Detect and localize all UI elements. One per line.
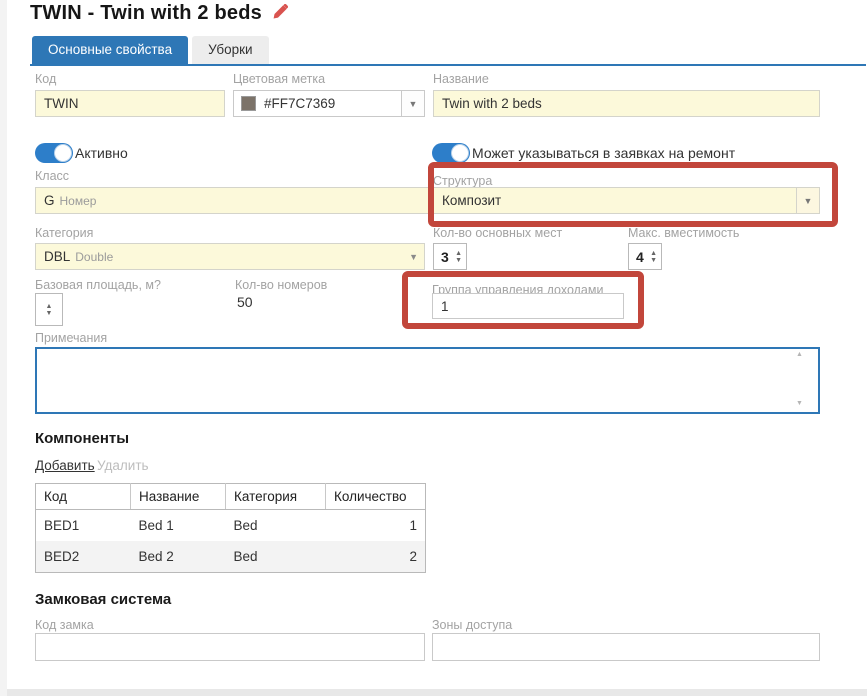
stepper-arrows-icon[interactable]: ▲▼ bbox=[46, 303, 53, 317]
access-zones-label: Зоны доступа bbox=[432, 618, 512, 632]
category-desc: Double bbox=[70, 250, 113, 264]
col-header-category[interactable]: Категория bbox=[226, 484, 326, 510]
lock-code-label: Код замка bbox=[35, 618, 94, 632]
main-beds-label: Кол-во основных мест bbox=[433, 226, 562, 240]
rooms-count-label: Кол-во номеров bbox=[235, 278, 327, 292]
class-label: Класс bbox=[35, 169, 69, 183]
code-label: Код bbox=[35, 72, 56, 86]
table-row[interactable]: BED2 Bed 2 Bed 2 bbox=[36, 541, 426, 573]
code-input[interactable] bbox=[35, 90, 225, 117]
structure-label: Структура bbox=[433, 174, 492, 188]
add-component-button[interactable]: Добавить bbox=[35, 458, 95, 473]
category-code: DBL bbox=[36, 249, 70, 264]
col-header-quantity[interactable]: Количество bbox=[326, 484, 426, 510]
page-title: TWIN - Twin with 2 beds bbox=[30, 2, 288, 26]
base-area-stepper[interactable]: ▲▼ bbox=[35, 293, 63, 326]
color-tag-label: Цветовая метка bbox=[233, 72, 325, 86]
cell-name: Bed 2 bbox=[131, 541, 226, 573]
scroll-up-icon[interactable]: ▲ bbox=[796, 351, 803, 358]
rooms-count-value: 50 bbox=[237, 294, 253, 310]
cell-category: Bed bbox=[226, 541, 326, 573]
stepper-arrows-icon[interactable]: ▲▼ bbox=[646, 250, 661, 264]
cell-name: Bed 1 bbox=[131, 510, 226, 542]
class-select[interactable]: G Номер ▼ bbox=[35, 187, 447, 214]
tab-underline bbox=[30, 64, 866, 66]
cell-code: BED2 bbox=[36, 541, 131, 573]
chevron-down-icon[interactable]: ▼ bbox=[401, 91, 424, 116]
page-bottom-edge bbox=[7, 689, 867, 696]
lock-code-input[interactable] bbox=[35, 633, 425, 661]
table-header-row: Код Название Категория Количество bbox=[36, 484, 426, 510]
name-input[interactable] bbox=[433, 90, 820, 117]
lock-system-heading: Замковая система bbox=[35, 591, 171, 608]
access-zones-input[interactable] bbox=[432, 633, 820, 661]
class-desc: Номер bbox=[55, 194, 97, 208]
col-header-name[interactable]: Название bbox=[131, 484, 226, 510]
category-select[interactable]: DBL Double ▼ bbox=[35, 243, 425, 270]
edit-pencil-icon[interactable] bbox=[272, 3, 288, 26]
repair-toggle[interactable] bbox=[432, 143, 470, 163]
toggle-knob bbox=[54, 144, 72, 162]
class-code: G bbox=[36, 193, 55, 208]
tab-main-properties[interactable]: Основные свойства bbox=[32, 36, 188, 64]
cell-category: Bed bbox=[226, 510, 326, 542]
base-area-label: Базовая площадь, м? bbox=[35, 278, 161, 292]
delete-component-button[interactable]: Удалить bbox=[97, 458, 149, 473]
cell-code: BED1 bbox=[36, 510, 131, 542]
page-title-text: TWIN - Twin with 2 beds bbox=[30, 2, 262, 24]
chevron-down-icon: ▼ bbox=[409, 252, 424, 262]
main-beds-value: 3 bbox=[434, 249, 449, 265]
chevron-down-icon[interactable]: ▼ bbox=[796, 188, 819, 213]
structure-value: Композит bbox=[434, 193, 501, 208]
main-beds-stepper[interactable]: 3 ▲▼ bbox=[433, 243, 467, 270]
cell-quantity: 1 bbox=[326, 510, 426, 542]
name-label: Название bbox=[433, 72, 489, 86]
active-toggle-row: Активно bbox=[35, 143, 128, 163]
max-capacity-value: 4 bbox=[629, 249, 644, 265]
notes-label: Примечания bbox=[35, 331, 107, 345]
color-tag-select[interactable]: #FF7C7369 ▼ bbox=[233, 90, 425, 117]
stepper-arrows-icon[interactable]: ▲▼ bbox=[451, 250, 466, 264]
components-heading: Компоненты bbox=[35, 430, 129, 447]
components-table: Код Название Категория Количество BED1 B… bbox=[35, 483, 426, 573]
max-capacity-label: Макс. вместимость bbox=[628, 226, 739, 240]
tab-cleanings[interactable]: Уборки bbox=[192, 36, 268, 64]
table-row[interactable]: BED1 Bed 1 Bed 1 bbox=[36, 510, 426, 542]
scroll-down-icon[interactable]: ▼ bbox=[796, 400, 803, 407]
structure-select[interactable]: Композит ▼ bbox=[433, 187, 820, 214]
color-tag-value: #FF7C7369 bbox=[256, 96, 335, 111]
repair-toggle-row: Может указываться в заявках на ремонт bbox=[432, 143, 735, 163]
category-label: Категория bbox=[35, 226, 93, 240]
notes-textarea[interactable] bbox=[35, 347, 820, 414]
color-swatch bbox=[241, 96, 256, 111]
active-toggle-label: Активно bbox=[75, 145, 128, 161]
max-capacity-stepper[interactable]: 4 ▲▼ bbox=[628, 243, 662, 270]
cell-quantity: 2 bbox=[326, 541, 426, 573]
repair-toggle-label: Может указываться в заявках на ремонт bbox=[472, 145, 735, 161]
col-header-code[interactable]: Код bbox=[36, 484, 131, 510]
page-left-edge bbox=[0, 0, 7, 696]
tab-bar: Основные свойства Уборки bbox=[32, 36, 269, 64]
active-toggle[interactable] bbox=[35, 143, 73, 163]
toggle-knob bbox=[451, 144, 469, 162]
revenue-group-input[interactable] bbox=[432, 293, 624, 319]
room-type-edit-page: TWIN - Twin with 2 beds Основные свойств… bbox=[0, 0, 867, 696]
